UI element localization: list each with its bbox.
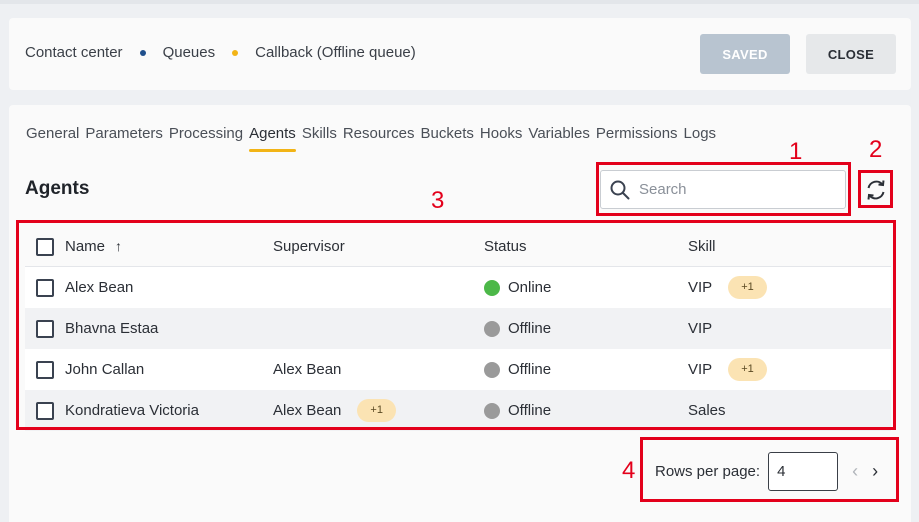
tab-bar: General Parameters Processing Agents Ski… [26,125,722,152]
tab-processing[interactable]: Processing [169,125,243,150]
tab-buckets[interactable]: Buckets [421,125,474,150]
tab-skills[interactable]: Skills [302,125,337,150]
header-card: Contact center Queues Callback (Offline … [9,18,911,90]
breadcrumb-separator [139,49,146,56]
tab-hooks[interactable]: Hooks [480,125,523,150]
annotation-box-search [596,162,851,216]
annotation-label-4: 4 [622,457,636,484]
tab-parameters[interactable]: Parameters [85,125,163,150]
saved-button[interactable]: SAVED [700,34,790,74]
annotation-box-pagination [640,437,899,502]
tab-resources[interactable]: Resources [343,125,415,150]
top-strip [0,0,919,4]
breadcrumb-queues[interactable]: Queues [163,44,216,61]
breadcrumb-separator [232,49,239,56]
annotation-box-table [16,220,896,430]
annotation-label-3: 3 [431,187,445,214]
tab-permissions[interactable]: Permissions [596,125,678,150]
annotation-label-2: 2 [869,136,883,163]
tab-variables[interactable]: Variables [528,125,589,150]
annotation-label-1: 1 [789,138,803,165]
tab-logs[interactable]: Logs [684,125,717,150]
close-button[interactable]: CLOSE [806,34,896,74]
breadcrumb-current: Callback (Offline queue) [255,44,416,61]
section-title: Agents [25,178,90,199]
tab-general[interactable]: General [26,125,79,150]
breadcrumb: Contact center Queues Callback (Offline … [25,44,416,61]
annotation-box-refresh [858,170,893,208]
tab-agents[interactable]: Agents [249,125,296,152]
breadcrumb-contact-center[interactable]: Contact center [25,44,123,61]
